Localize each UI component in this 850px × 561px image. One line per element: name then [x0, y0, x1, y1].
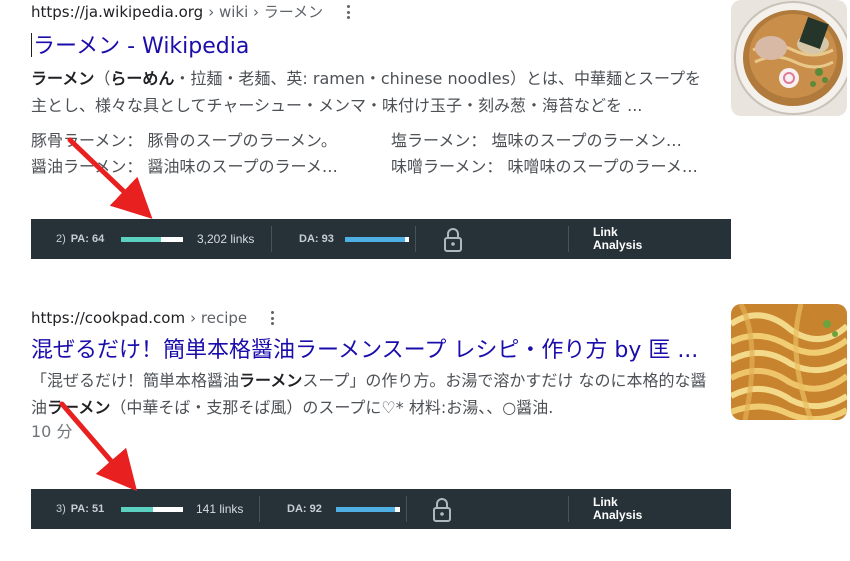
da-bar — [336, 507, 400, 512]
mozbar-da-label: DA: 92 — [287, 503, 322, 515]
sitelink-tonkotsu[interactable]: 豚骨ラーメン： 豚骨のスープのラーメン。 — [31, 128, 391, 154]
sitelinks: 豚骨ラーメン： 豚骨のスープのラーメン。 塩ラーメン： 塩味のスープのラーメン…… — [31, 128, 731, 180]
mozbar-links: 141 links — [196, 502, 244, 516]
divider — [568, 496, 569, 522]
result-title-link[interactable]: 混ぜるだけ！簡単本格醤油ラーメンスープ レシピ・作り方 by 匡 ... — [31, 336, 701, 366]
result-breadcrumb[interactable]: https://ja.wikipedia.org › wiki › ラーメン — [31, 0, 731, 24]
da-bar-fill — [336, 507, 395, 512]
da-bar-fill — [345, 237, 405, 242]
noodle-thumbnail[interactable] — [731, 304, 847, 420]
result-breadcrumb[interactable]: https://cookpad.com › recipe — [31, 306, 731, 330]
link-analysis-button[interactable]: Link Analysis — [593, 496, 642, 522]
search-result-1: https://ja.wikipedia.org › wiki › ラーメン ラ… — [31, 0, 731, 180]
text-cursor — [31, 33, 32, 57]
mozbar-pa-label: PA: 64 — [70, 233, 105, 245]
ramen-bowl-image — [731, 0, 847, 116]
snippet-bold-term: ラーメン — [239, 371, 303, 390]
ramen-thumbnail[interactable] — [731, 0, 847, 116]
mozbar-pa-label: PA: 51 — [70, 503, 105, 515]
result-title-text: ラーメン - Wikipedia — [33, 34, 250, 59]
mozbar-da-label: DA: 93 — [299, 233, 334, 245]
snippet-bold-term: らーめん — [110, 69, 175, 88]
snippet-bold-term: ラーメン — [31, 69, 95, 88]
mozbar-da: DA: 93 — [299, 219, 334, 259]
mozbar-da: DA: 92 — [287, 489, 322, 529]
result-snippet: 「混ぜるだけ！簡単本格醤油ラーメンスープ」の作り方。お湯で溶かすだけ なのに本格… — [31, 367, 715, 421]
link-analysis-button[interactable]: Link Analysis — [593, 226, 642, 252]
snippet-bold-term: ラーメン — [47, 398, 111, 417]
more-options-icon[interactable] — [341, 3, 355, 21]
pa-bar — [121, 237, 183, 242]
link-analysis-line2: Analysis — [593, 508, 643, 522]
pa-bar — [121, 507, 183, 512]
sitelink-shoyu[interactable]: 醤油ラーメン： 醤油味のスープのラーメ… — [31, 154, 391, 180]
snippet-text: （中華そば・支那そば風）のスープに♡* 材料:お湯、、○醤油. — [110, 398, 554, 417]
mozbar-links: 3,202 links — [197, 232, 255, 246]
mozbar-pa: 2) PA: 64 — [56, 219, 104, 259]
da-bar — [345, 237, 409, 242]
more-options-icon[interactable] — [265, 309, 279, 327]
divider — [406, 496, 407, 522]
sitelink-shio[interactable]: 塩ラーメン： 塩味のスープのラーメン… — [391, 128, 713, 154]
mozbar-rank: 3) — [56, 503, 66, 515]
result-snippet: ラーメン（らーめん・拉麺・老麺、英: ramen・chinese noodles… — [31, 65, 715, 119]
divider — [259, 496, 260, 522]
search-result-2: https://cookpad.com › recipe 混ぜるだけ！簡単本格醤… — [31, 306, 731, 443]
result-url[interactable]: https://cookpad.com — [31, 306, 185, 330]
result-path: › wiki › ラーメン — [208, 3, 324, 21]
sitelink-miso[interactable]: 味噌ラーメン： 味噌味のスープのラーメ… — [391, 154, 713, 180]
noodle-soup-image — [731, 304, 847, 420]
result-path: › recipe — [190, 309, 248, 327]
mozbar-1: 2) PA: 64 3,202 links DA: 93 Link Analys… — [31, 219, 731, 259]
lock-icon[interactable] — [431, 497, 453, 523]
divider — [568, 226, 569, 252]
divider — [271, 226, 272, 252]
snippet-text: （ — [94, 69, 111, 88]
cook-time: 10 分 — [31, 422, 73, 441]
mozbar-2: 3) PA: 51 141 links DA: 92 Link Analysis — [31, 489, 731, 529]
pa-bar-fill — [121, 507, 153, 512]
pa-bar-fill — [121, 237, 161, 242]
result-title-link[interactable]: ラーメン - Wikipedia — [31, 32, 731, 62]
mozbar-rank: 2) — [56, 233, 66, 245]
snippet-text: 「混ぜるだけ！簡単本格醤油 — [31, 371, 240, 390]
link-analysis-line2: Analysis — [593, 238, 643, 252]
result-url[interactable]: https://ja.wikipedia.org — [31, 0, 203, 24]
divider — [415, 226, 416, 252]
lock-icon[interactable] — [442, 227, 464, 253]
mozbar-pa: 3) PA: 51 — [56, 489, 104, 529]
